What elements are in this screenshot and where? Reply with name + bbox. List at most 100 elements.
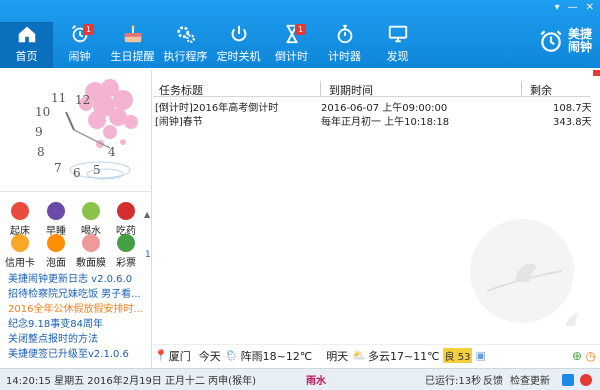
tomorrow-label: 明天 xyxy=(326,349,349,363)
analog-clock: 12 11 10 9 8 7 6 5 4 xyxy=(0,70,152,192)
feedback-link[interactable]: 反馈 xyxy=(483,372,503,387)
gears-icon xyxy=(176,26,195,43)
check-update-link[interactable]: 检查更新 xyxy=(510,372,550,387)
apps-page-number: 1 xyxy=(145,250,151,260)
clock-number: 10 xyxy=(35,105,50,119)
nav-label: 生日提醒 xyxy=(110,50,155,63)
add-task-icon[interactable]: ⊕ xyxy=(572,349,582,363)
news-item[interactable]: 招待检察院兄妹吃饭 男子看... xyxy=(8,287,144,302)
hour-hand xyxy=(65,111,75,131)
app-wakeup[interactable]: 起床 xyxy=(2,202,38,237)
stopwatch-icon xyxy=(337,24,352,44)
nav-countdown[interactable]: 1 倒计时 xyxy=(265,22,318,68)
card-icon xyxy=(11,234,29,252)
nav-label: 定时关机 xyxy=(216,50,261,63)
news-item[interactable]: 美捷闹钟更新日志 v2.0.6.0 xyxy=(8,272,144,287)
nav-timer[interactable]: 计时器 xyxy=(318,22,371,68)
clock-number: 6 xyxy=(73,166,81,180)
tomorrow-weather: 多云17~11℃ xyxy=(367,349,440,363)
clock-number: 8 xyxy=(37,145,45,159)
clock-number: 12 xyxy=(75,93,90,107)
column-header-due[interactable]: 到期时间 xyxy=(329,82,373,98)
app-credit-card[interactable]: 信用卡 xyxy=(2,234,38,269)
news-item[interactable]: 美捷便签已升级至v2.1.0.6 xyxy=(8,347,144,362)
logo-clock-icon xyxy=(540,30,562,52)
app-face-mask[interactable]: 敷面膜 xyxy=(73,234,109,269)
nav-label: 闹钟 xyxy=(68,50,91,63)
quick-reminders: 起床 早睡 喝水 吃药 信用卡 泡面 敷面膜 彩票 ▲ 1 xyxy=(0,198,152,269)
app-medicine[interactable]: 吃药 xyxy=(108,202,144,237)
app-lottery[interactable]: 彩票 xyxy=(108,234,144,269)
app-label: 敷面膜 xyxy=(76,258,106,269)
nav-run-program[interactable]: 执行程序 xyxy=(159,22,212,68)
window-controls: ▾ — ✕ xyxy=(555,2,594,13)
app-sleep[interactable]: 早睡 xyxy=(38,202,74,237)
noodle-bowl-icon xyxy=(47,234,65,252)
app-noodles[interactable]: 泡面 xyxy=(38,234,74,269)
cake-icon xyxy=(124,25,141,43)
task-title: [闹钟]春节 xyxy=(155,117,203,128)
share-icon[interactable] xyxy=(562,373,574,386)
news-item[interactable]: 纪念9.18事变84周年 xyxy=(8,317,144,332)
task-panel: 任务标题 到期时间 剩余 [倒计时]2016年高考倒计时 2016-06-07 … xyxy=(153,70,600,344)
menu-button[interactable]: ▾ xyxy=(555,2,560,13)
nav-label: 执行程序 xyxy=(163,50,208,63)
alarm-badge: 1 xyxy=(83,24,95,35)
column-header-remain[interactable]: 剩余 xyxy=(530,82,552,98)
close-button[interactable]: ✕ xyxy=(586,2,594,13)
main-nav: 首页 1 闹钟 生日提醒 执行程序 定时关机 1 倒计时 计时器 发现 xyxy=(0,22,424,68)
table-row[interactable]: [倒计时]2016年高考倒计时 2016-06-07 上午09:00:00 10… xyxy=(153,98,592,114)
nav-home[interactable]: 首页 xyxy=(0,22,53,68)
current-datetime: 14:20:15 星期五 2016年2月19日 正月十二 丙申(猴年) xyxy=(6,376,256,387)
app-label: 彩票 xyxy=(116,258,136,269)
task-table-header: 任务标题 到期时间 剩余 xyxy=(153,79,590,97)
footer-bar: 14:20:15 星期五 2016年2月19日 正月十二 丙申(猴年) 雨水 已… xyxy=(0,368,600,390)
clock-number: 7 xyxy=(54,161,62,175)
table-row[interactable]: [闹钟]春节 每年正月初一 上午10:18:18 343.8天 xyxy=(153,112,592,128)
nav-birthday[interactable]: 生日提醒 xyxy=(106,22,159,68)
task-remain: 343.8天 xyxy=(553,117,592,128)
aqi-label: 良 xyxy=(444,352,455,363)
moon-icon xyxy=(47,202,65,220)
news-item[interactable]: 2016全年公休假放假安排时... xyxy=(8,302,144,317)
scroll-marker[interactable] xyxy=(593,70,600,76)
nav-label: 发现 xyxy=(386,50,409,63)
monitor-icon xyxy=(388,25,407,43)
weibo-icon[interactable] xyxy=(580,373,592,386)
coconut-icon xyxy=(82,202,100,220)
column-divider xyxy=(320,81,321,96)
countdown-badge: 1 xyxy=(295,24,307,35)
bird-watermark xyxy=(470,219,574,323)
solar-term: 雨水 xyxy=(305,376,326,387)
nav-shutdown[interactable]: 定时关机 xyxy=(212,22,265,68)
nav-discover[interactable]: 发现 xyxy=(371,22,424,68)
app-logo: 美捷 闹钟 xyxy=(538,28,592,54)
clock-number: 11 xyxy=(51,91,66,105)
nav-label: 计时器 xyxy=(328,50,361,63)
minimize-button[interactable]: — xyxy=(568,2,578,13)
clock-number: 9 xyxy=(35,125,43,139)
clock-settings-icon[interactable]: ◷ xyxy=(586,349,596,363)
column-header-title[interactable]: 任务标题 xyxy=(159,82,203,98)
clock-number: 5 xyxy=(93,163,101,177)
cloudy-icon: ⛅ xyxy=(352,349,366,362)
home-icon xyxy=(18,26,35,43)
weather-city[interactable]: 厦门 xyxy=(169,348,191,364)
aqi-value: 53 xyxy=(457,352,471,363)
app-label: 信用卡 xyxy=(5,258,35,269)
money-bag-icon xyxy=(117,234,135,252)
nav-label: 倒计时 xyxy=(275,50,308,63)
left-panel: 12 11 10 9 8 7 6 5 4 起床 早睡 喝水 吃药 信用卡 泡面 … xyxy=(0,70,152,368)
clock-number: 4 xyxy=(108,145,116,159)
today-weather: 阵雨18~12℃ xyxy=(240,349,313,363)
weather-detail-icon[interactable]: ▣ xyxy=(475,349,485,362)
app-water[interactable]: 喝水 xyxy=(73,202,109,237)
clock-face: 12 11 10 9 8 7 6 5 4 xyxy=(35,79,138,180)
news-item[interactable]: 关闭整点报时的方法 xyxy=(8,332,144,347)
pill-icon xyxy=(117,202,135,220)
nav-alarm[interactable]: 1 闹钟 xyxy=(53,22,106,68)
apps-scroll-up[interactable]: ▲ xyxy=(144,210,150,219)
nav-label: 首页 xyxy=(15,50,38,63)
runtime: 已运行:13秒 xyxy=(425,376,482,387)
location-pin-icon: 📍 xyxy=(154,349,168,362)
